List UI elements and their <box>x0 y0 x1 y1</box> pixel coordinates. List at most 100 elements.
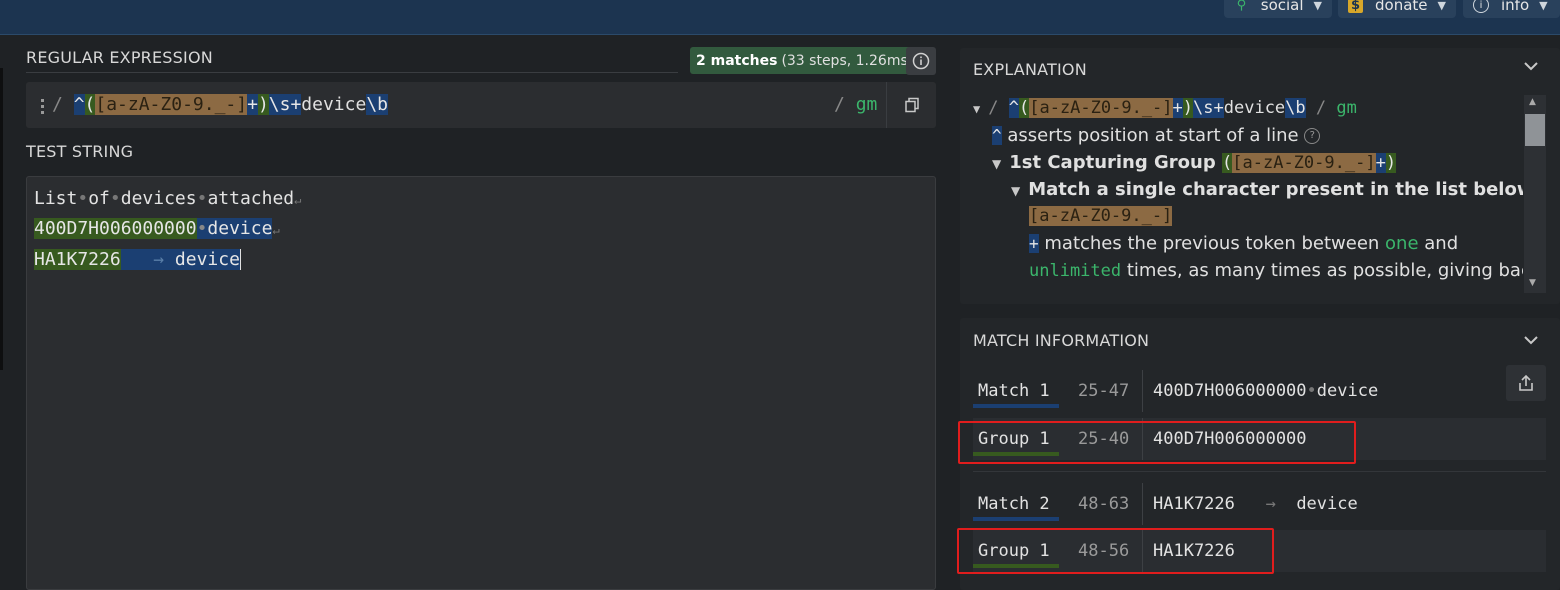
social-label: social <box>1260 0 1304 14</box>
group-label: 1st Capturing Group <box>1009 152 1216 173</box>
regex-delimiter-close: / <box>1315 98 1327 118</box>
info-dropdown[interactable]: i info ▼ <box>1463 0 1560 18</box>
token-plus: + <box>1375 153 1386 173</box>
match-label: Match 2 <box>978 494 1050 514</box>
drag-handle-icon[interactable] <box>40 98 46 116</box>
charclass-label: Match a single character present in the … <box>1028 179 1523 200</box>
token-boundary: \b <box>1285 98 1306 118</box>
token-whitespace: \s+ <box>268 94 302 115</box>
match-group-highlight: HA1K7226 <box>34 249 121 270</box>
match-row[interactable]: Match 1 25-47 400D7H006000000•device <box>973 370 1546 412</box>
divider <box>1142 483 1143 525</box>
match-range: 48-63 <box>1078 494 1130 514</box>
copy-regex-button[interactable] <box>886 82 937 128</box>
match-underline <box>973 517 1059 521</box>
divider <box>1142 370 1143 412</box>
explanation-regex-row[interactable]: ▼ / ^([a-zA-Z0-9._-]+)\s+device\b / gm <box>973 98 1357 118</box>
social-dropdown[interactable]: ⚲ social ▼ <box>1224 0 1332 18</box>
collapse-match-info-button[interactable] <box>1523 332 1539 352</box>
test-word: of <box>88 188 110 209</box>
explanation-group-row[interactable]: ▼ 1st Capturing Group ([a-zA-Z0-9._-]+) <box>992 152 1397 173</box>
explanation-scrollbar-thumb[interactable] <box>1525 114 1545 146</box>
match-group-highlight: 400D7H006000000 <box>34 218 197 239</box>
left-edge-divider <box>0 68 3 370</box>
token-group-close: ) <box>1182 98 1194 118</box>
divider <box>26 72 678 73</box>
chevron-down-icon: ▼ <box>1313 0 1322 12</box>
token-group-open: ( <box>1222 153 1233 173</box>
token-group-close: ) <box>257 94 269 115</box>
divider <box>973 471 1546 472</box>
match-value: HA1K7226 → device <box>1153 494 1358 514</box>
token-char-class: [a-zA-Z0-9._-] <box>95 94 248 115</box>
match-highlight: device <box>207 218 273 239</box>
token-char-class: [a-zA-Z0-9._-] <box>1232 153 1376 173</box>
chevron-down-icon <box>1524 62 1538 71</box>
collapse-explanation-button[interactable] <box>1523 58 1539 78</box>
help-icon[interactable]: ? <box>1304 128 1321 144</box>
regex-pattern: / ^([a-zA-Z0-9._-]+)\s+device\b <box>52 94 389 115</box>
match-value-a: 400D7H006000000 <box>1153 381 1307 401</box>
match-underline <box>973 404 1059 408</box>
explanation-charclass-token: [a-zA-Z0-9._-] <box>1029 206 1173 226</box>
test-line-1: List•of•devices•attached↵ <box>34 188 302 209</box>
match-value-b: device <box>1296 494 1358 514</box>
token-boundary: \b <box>366 94 389 115</box>
regex-flags-value: gm <box>1336 98 1357 118</box>
chevron-down-icon: ▼ <box>1539 0 1548 12</box>
scroll-up-icon[interactable]: ▲ <box>1529 97 1536 107</box>
caret-description: asserts position at start of a line <box>1007 125 1299 146</box>
match-info-section-title: MATCH INFORMATION <box>973 331 1150 350</box>
match-steps: (33 steps, 1.26ms) <box>781 52 914 69</box>
info-icon: i <box>1473 0 1489 13</box>
donate-dropdown[interactable]: $ donate ▼ <box>1338 0 1456 18</box>
match-row[interactable]: Match 2 48-63 HA1K7226 → device <box>973 483 1546 525</box>
match-value-b: device <box>1316 381 1379 401</box>
expand-triangle-icon[interactable]: ▼ <box>992 157 1001 171</box>
explanation-tree: ▼ / ^([a-zA-Z0-9._-]+)\s+device\b / gm ^ … <box>961 92 1523 302</box>
plus-description-2: times, as many times as possible, giving… <box>1126 260 1523 281</box>
explanation-plus-row: + matches the previous token between one… <box>1029 233 1458 254</box>
test-word: attached <box>207 188 295 209</box>
regex-delimiter-open: / <box>988 98 999 118</box>
regex-delimiter-open: / <box>52 94 63 115</box>
highlight-box <box>958 421 1356 464</box>
regex-flags-value: gm <box>855 94 878 115</box>
regex-flags[interactable]: / gm <box>834 94 877 115</box>
token-caret: ^ <box>992 126 1002 145</box>
highlight-box <box>957 528 1274 574</box>
match-value-a: HA1K7226 <box>1153 494 1235 514</box>
dollar-icon: $ <box>1348 0 1364 13</box>
copy-icon <box>905 97 919 113</box>
info-icon <box>912 52 930 70</box>
explanation-section-title: EXPLANATION <box>973 60 1087 79</box>
explanation-charclass-row[interactable]: ▼ Match a single character present in the… <box>1011 179 1523 200</box>
plus-and: and <box>1424 233 1459 254</box>
token-char-class: [a-zA-Z0-9._-] <box>1029 206 1173 226</box>
test-word: devices <box>120 188 197 209</box>
donate-label: donate <box>1375 0 1428 14</box>
fade-overlay <box>1029 288 1229 302</box>
test-line-2: 400D7H006000000•device↵ <box>34 218 280 239</box>
explanation-plus-row-2: unlimited times, as many times as possib… <box>1029 260 1523 281</box>
expand-triangle-icon[interactable]: ▼ <box>973 102 980 116</box>
token-literal: device <box>1223 98 1286 118</box>
test-section-title: TEST STRING <box>26 142 134 161</box>
match-label: Match 1 <box>978 381 1050 401</box>
explanation-caret-row: ^ asserts position at start of a line ? <box>992 125 1321 146</box>
token-caret: ^ <box>73 94 85 115</box>
match-count: 2 matches <box>696 52 778 69</box>
regex-section-title: REGULAR EXPRESSION <box>26 48 213 67</box>
regex-info-button[interactable] <box>906 47 936 75</box>
test-word: List <box>34 188 78 209</box>
scroll-down-icon[interactable]: ▼ <box>1529 278 1536 288</box>
token-group-close: ) <box>1385 153 1397 173</box>
token-char-class: [a-zA-Z0-9._-] <box>1029 98 1173 118</box>
regex-delimiter-close: / <box>834 94 845 115</box>
token-literal: device <box>301 94 367 115</box>
plus-description: matches the previous token between <box>1044 233 1380 254</box>
keyword-unlimited: unlimited <box>1029 261 1122 281</box>
text-cursor <box>239 249 241 270</box>
expand-triangle-icon[interactable]: ▼ <box>1011 184 1020 198</box>
chevron-down-icon <box>1524 336 1538 345</box>
